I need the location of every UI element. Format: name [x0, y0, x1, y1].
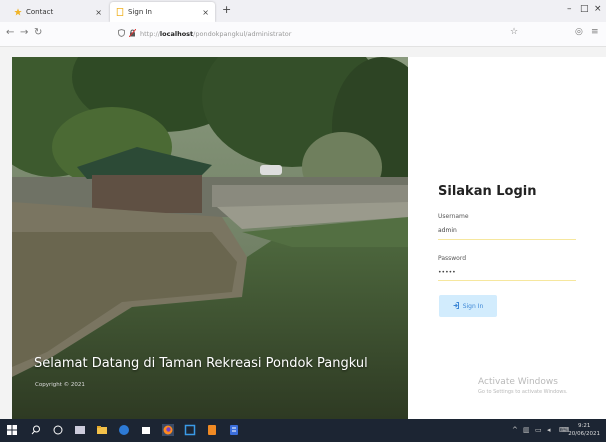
cortana-icon[interactable]: [52, 424, 64, 436]
windows-start-icon[interactable]: [6, 424, 18, 436]
minimize-button[interactable]: –: [567, 4, 572, 14]
file-explorer-icon[interactable]: [96, 424, 108, 436]
store-icon[interactable]: [140, 424, 152, 436]
address-bar[interactable]: http://localhost/pondokpangkul/administr…: [118, 26, 518, 42]
watermark-line2: Go to Settings to activate Windows.: [478, 389, 568, 395]
clock-date: 20/06/2021: [568, 431, 600, 437]
sublime-text-icon[interactable]: [206, 424, 218, 436]
network-icon[interactable]: ▥: [523, 426, 530, 434]
bookmark-star-icon[interactable]: ☆: [510, 27, 518, 37]
battery-icon[interactable]: ▭: [535, 426, 542, 434]
hero-image: Selamat Datang di Taman Rekreasi Pondok …: [12, 57, 408, 419]
url-scheme: http://: [140, 30, 160, 38]
url-host: localhost: [159, 30, 194, 38]
visual-studio-code-icon[interactable]: [184, 424, 196, 436]
insecure-lock-icon: [128, 28, 137, 39]
star-icon: [14, 8, 22, 16]
reload-icon[interactable]: ↻: [34, 27, 42, 38]
notes-app-icon[interactable]: [228, 424, 240, 436]
forward-arrow-icon[interactable]: →: [20, 27, 28, 38]
username-field[interactable]: [438, 225, 570, 235]
taskbar-clock[interactable]: 9:21 20/06/2021: [568, 422, 600, 438]
login-panel: Silakan Login Username Password Sign In …: [408, 57, 606, 419]
login-title: Silakan Login: [438, 184, 537, 199]
firefox-icon[interactable]: [162, 424, 174, 436]
activate-windows-watermark: Activate Windows Go to Settings to activ…: [478, 377, 568, 395]
sign-in-button[interactable]: Sign In: [439, 295, 497, 317]
close-tab-icon[interactable]: ×: [202, 8, 209, 17]
tab-label: Contact: [26, 8, 54, 16]
back-arrow-icon[interactable]: ←: [6, 27, 14, 38]
close-window-button[interactable]: ×: [594, 4, 602, 14]
password-field[interactable]: [438, 267, 570, 277]
tab-label: Sign In: [128, 8, 152, 16]
hero-copyright: Copyright © 2021: [35, 382, 85, 388]
new-tab-button[interactable]: +: [222, 3, 231, 16]
volume-icon[interactable]: ◂: [547, 426, 551, 434]
sign-in-label: Sign In: [462, 302, 484, 310]
password-underline: [438, 280, 576, 281]
task-view-icon[interactable]: [74, 424, 86, 436]
browser-tab-bar: Contact × Sign In × + – □ ×: [0, 0, 606, 22]
password-label: Password: [438, 255, 467, 262]
shield-icon: [118, 28, 125, 39]
sign-in-icon: [453, 301, 459, 311]
tab-contact[interactable]: Contact ×: [8, 2, 108, 22]
menu-icon[interactable]: ≡: [591, 27, 599, 37]
hero-welcome-title: Selamat Datang di Taman Rekreasi Pondok …: [34, 356, 368, 371]
pocket-icon[interactable]: ◎: [575, 27, 583, 37]
username-label: Username: [438, 213, 469, 220]
watermark-line1: Activate Windows: [478, 377, 558, 387]
search-icon[interactable]: [30, 424, 42, 436]
browser-nav-bar: ← → ↻ http://localhost/pondokpangkul/adm…: [0, 22, 606, 47]
page-icon: [116, 8, 124, 16]
edge-browser-icon[interactable]: [118, 424, 130, 436]
username-underline: [438, 239, 576, 240]
show-hidden-icons-icon[interactable]: ^: [512, 426, 518, 434]
maximize-button[interactable]: □: [580, 4, 589, 14]
clock-time: 9:21: [577, 423, 591, 429]
tab-sign-in[interactable]: Sign In ×: [110, 2, 215, 22]
url-path: /pondokpangkul/administrator: [193, 30, 292, 38]
taskbar: ^ ▥ ▭ ◂ ⌨ 9:21 20/06/2021: [0, 419, 606, 442]
close-tab-icon[interactable]: ×: [95, 8, 102, 17]
